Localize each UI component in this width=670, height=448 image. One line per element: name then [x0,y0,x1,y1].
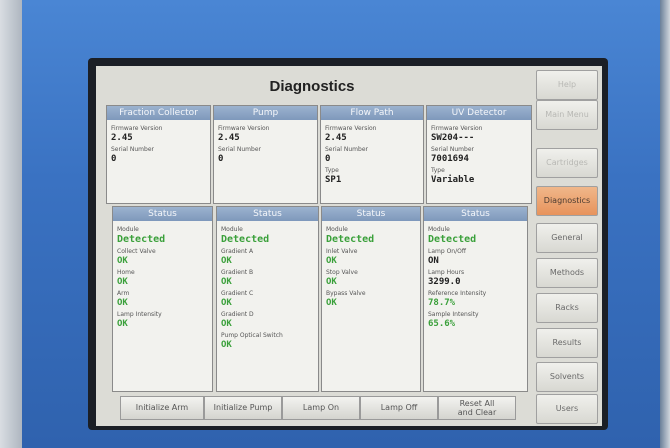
field-label: Sample Intensity [428,311,479,318]
field-label: Module [326,226,348,233]
field-value: 2.45 [218,133,240,143]
status-value: OK [117,298,128,308]
bottom-button-bar: Initialize Arm Initialize Pump Lamp On L… [96,392,528,426]
field-label: Home [117,269,135,276]
field-value: 0 [218,154,224,164]
field-label: Serial Number [218,146,261,153]
field-value: 7001694 [431,154,469,164]
tab-cartridges[interactable]: Cartridges [536,148,598,178]
reference-intensity-value: 78.7% [428,298,456,308]
field-label: Reference Intensity [428,290,487,297]
status-value: OK [117,256,128,266]
field-label: Lamp Intensity [117,311,162,318]
status-value: OK [221,340,232,350]
field-label: Firmware Version [431,125,483,132]
field-label: Firmware Version [218,125,270,132]
field-label: Lamp On/Off [428,248,466,255]
field-label: Gradient D [221,311,254,318]
panel-header: Status [217,207,318,221]
field-label: Gradient A [221,248,254,255]
status-value: OK [221,256,232,266]
status-value: OK [221,298,232,308]
lamp-off-button[interactable]: Lamp Off [360,396,438,420]
field-label: Type [325,167,339,174]
page-title: Diagnostics [269,78,355,95]
panel-header: Status [113,207,212,221]
initialize-arm-button[interactable]: Initialize Arm [120,396,204,420]
tab-methods[interactable]: Methods [536,258,598,288]
field-value: Variable [431,175,475,185]
field-label: Type [431,167,445,174]
lamp-on-button[interactable]: Lamp On [282,396,360,420]
module-status-value: Detected [117,234,166,245]
field-label: Gradient C [221,290,254,297]
tab-diagnostics[interactable]: Diagnostics [536,186,598,216]
panel-header: Status [322,207,420,221]
status-panel-pump: Status Module Detected Gradient A OK Gra… [216,206,319,392]
status-panel-fraction-collector: Status Module Detected Collect Valve OK … [112,206,213,392]
field-label: Module [117,226,139,233]
panel-pump: Pump Firmware Version 2.45 Serial Number… [213,105,318,204]
field-label: Firmware Version [325,125,377,132]
lamp-state-value: ON [428,256,439,266]
panel-header: UV Detector [427,106,531,120]
module-status-value: Detected [221,234,270,245]
field-label: Pump Optical Switch [221,332,283,339]
reset-all-button[interactable]: Reset All and Clear [438,396,516,420]
status-panel-flow-path: Status Module Detected Inlet Valve OK St… [321,206,421,392]
field-label: Serial Number [111,146,154,153]
field-label: Arm [117,290,130,297]
bezel-right-edge [660,0,670,448]
reset-all-label-line1: Reset All [459,399,495,408]
sample-intensity-value: 65.6% [428,319,456,329]
bezel-left-edge [0,0,22,448]
panel-header: Fraction Collector [107,106,210,120]
field-value: 2.45 [325,133,347,143]
tab-solvents[interactable]: Solvents [536,362,598,392]
field-label: Inlet Valve [326,248,358,255]
initialize-pump-button[interactable]: Initialize Pump [204,396,282,420]
field-label: Bypass Valve [326,290,366,297]
status-panel-uv-detector: Status Module Detected Lamp On/Off ON La… [423,206,528,392]
field-value: 2.45 [111,133,133,143]
field-label: Gradient B [221,269,254,276]
module-status-value: Detected [428,234,477,245]
field-label: Collect Valve [117,248,156,255]
tab-results[interactable]: Results [536,328,598,358]
tab-general[interactable]: General [536,223,598,253]
field-label: Serial Number [325,146,368,153]
panel-header: Flow Path [321,106,423,120]
touch-screen: Diagnostics Fraction Collector Firmware … [96,66,602,426]
field-label: Module [428,226,450,233]
panel-header: Status [424,207,527,221]
lamp-hours-value: 3299.0 [428,277,461,287]
field-value: 0 [325,154,331,164]
field-label: Serial Number [431,146,474,153]
tab-help[interactable]: Help [536,70,598,100]
tab-main-menu[interactable]: Main Menu [536,100,598,130]
field-label: Stop Valve [326,269,358,276]
panel-uv-detector: UV Detector Firmware Version SW204--- Se… [426,105,532,204]
field-value: 0 [111,154,117,164]
panel-fraction-collector: Fraction Collector Firmware Version 2.45… [106,105,211,204]
module-status-value: Detected [326,234,375,245]
field-label: Lamp Hours [428,269,465,276]
panel-header: Pump [214,106,317,120]
side-tab-bar: Help Main Menu Cartridges Diagnostics Ge… [532,66,602,426]
field-label: Firmware Version [111,125,163,132]
status-value: OK [326,298,337,308]
tab-racks[interactable]: Racks [536,293,598,323]
reset-all-label-line2: and Clear [457,408,497,417]
panel-flow-path: Flow Path Firmware Version 2.45 Serial N… [320,105,424,204]
status-value: OK [117,319,128,329]
status-value: OK [221,319,232,329]
tab-users[interactable]: Users [536,394,598,424]
status-value: OK [221,277,232,287]
status-value: OK [326,277,337,287]
status-value: OK [326,256,337,266]
field-value: SW204--- [431,133,475,143]
status-value: OK [117,277,128,287]
field-label: Module [221,226,243,233]
field-value: SP1 [325,175,342,185]
